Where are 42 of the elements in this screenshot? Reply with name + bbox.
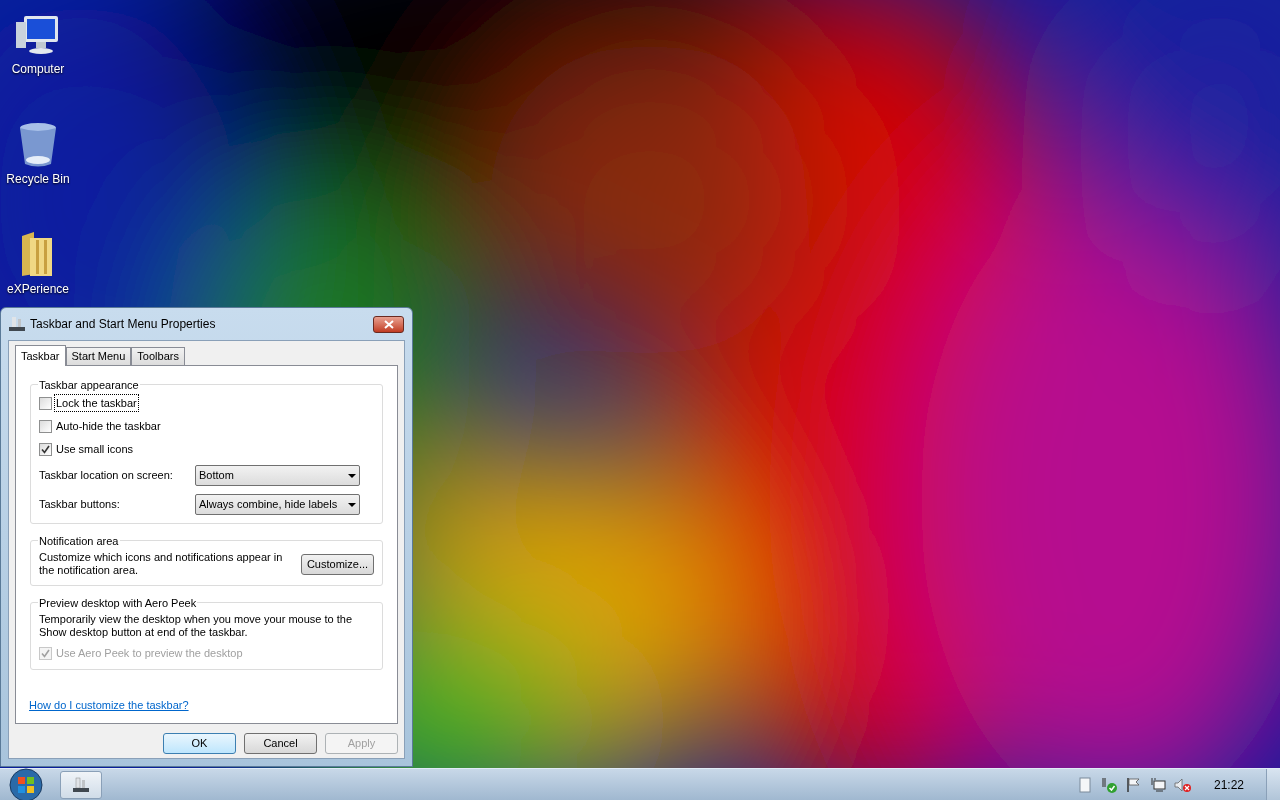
taskbar-button[interactable]	[60, 770, 102, 799]
clock[interactable]: 21:22	[1213, 775, 1244, 794]
network-icon[interactable]	[1149, 776, 1166, 793]
window-title: Taskbar and Start Menu Properties	[30, 316, 216, 333]
windows-orb-icon	[9, 767, 43, 800]
show-desktop-button[interactable]	[1266, 768, 1280, 800]
close-icon	[383, 319, 394, 329]
help-link[interactable]: How do I customize the taskbar?	[29, 699, 189, 711]
tab[interactable]: Start Menu	[65, 347, 132, 365]
field-label: Taskbar location on screen:	[39, 468, 174, 484]
desktop-icon-label[interactable]: Recycle Bin	[6, 170, 70, 188]
close-button[interactable]	[373, 315, 404, 333]
customize-button[interactable]: Customize...	[301, 553, 374, 575]
field-label: Taskbar buttons:	[39, 497, 121, 513]
desktop-icon-label[interactable]: Computer	[11, 60, 65, 78]
checkbox[interactable]	[39, 419, 52, 433]
dialog-button[interactable]: OK	[163, 733, 236, 754]
muted-speaker-icon[interactable]	[1173, 776, 1192, 793]
recycle-bin-icon	[18, 122, 58, 168]
description-text: Customize which icons and notifications appear in the notification area.	[39, 551, 284, 577]
checkbox-label: Auto-hide the taskbar	[55, 418, 162, 434]
taskbar-window-icon	[9, 316, 25, 332]
checkbox[interactable]	[39, 442, 52, 456]
checkbox-label: Use Aero Peek to preview the desktop	[55, 645, 244, 661]
taskbar-window-icon	[73, 776, 89, 793]
description-text: Temporarily view the desktop when you move your mouse to the Show desktop button at end of the taskbar.	[39, 613, 354, 639]
dialog-button[interactable]: Cancel	[244, 733, 317, 754]
dropdown[interactable]: Always combine, hide labels	[195, 494, 360, 515]
flag-icon[interactable]	[1125, 776, 1142, 793]
checkbox-label: Use small icons	[55, 441, 135, 457]
check-icon	[41, 648, 50, 658]
checkbox-label: Lock the taskbar	[55, 394, 138, 412]
dropdown-arrow-icon	[348, 473, 356, 478]
tab[interactable]: Taskbar	[15, 345, 66, 366]
start-button[interactable]	[8, 768, 44, 800]
tab[interactable]: Toolbars	[131, 347, 185, 365]
document-icon[interactable]	[1077, 776, 1092, 793]
dropdown-arrow-icon	[348, 502, 356, 507]
desktop-icon-label[interactable]: eXPerience	[6, 280, 69, 298]
checkbox[interactable]	[39, 396, 52, 410]
check-icon	[41, 444, 50, 454]
dropdown[interactable]: Bottom	[195, 465, 360, 486]
